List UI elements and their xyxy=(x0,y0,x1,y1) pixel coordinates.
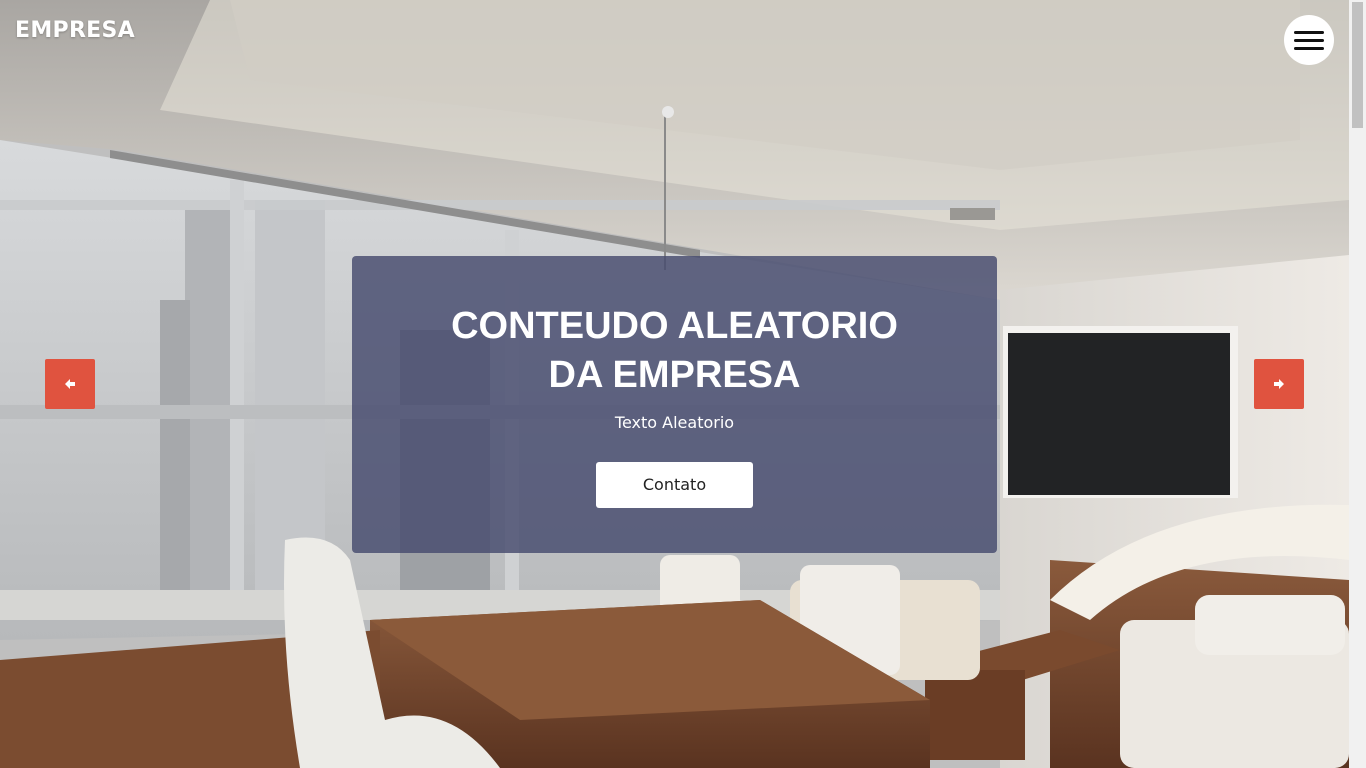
hero-content-panel: CONTEUDO ALEATORIO DA EMPRESA Texto Alea… xyxy=(352,256,997,553)
brand-logo[interactable]: EMPRESA xyxy=(15,18,135,43)
hamburger-menu-button[interactable] xyxy=(1284,15,1334,65)
contact-button[interactable]: Contato xyxy=(596,462,753,508)
arrow-right-icon xyxy=(1274,379,1284,389)
carousel-prev-button[interactable] xyxy=(45,359,95,409)
page-scrollbar[interactable] xyxy=(1349,0,1366,768)
hero-subtitle: Texto Aleatorio xyxy=(614,413,735,432)
hero-title: CONTEUDO ALEATORIO DA EMPRESA xyxy=(352,302,997,400)
scrollbar-thumb[interactable] xyxy=(1352,2,1363,128)
hamburger-icon-bar xyxy=(1294,39,1324,42)
hamburger-icon-bar xyxy=(1294,31,1324,34)
hero-section: EMPRESA CONTEUDO ALEATORIO DA EMPRESA Te… xyxy=(0,0,1349,768)
hamburger-icon-bar xyxy=(1294,47,1324,50)
arrow-left-icon xyxy=(65,379,75,389)
hero-title-line-1: CONTEUDO ALEATORIO xyxy=(451,305,898,347)
hero-title-line-2: DA EMPRESA xyxy=(548,354,801,396)
carousel-next-button[interactable] xyxy=(1254,359,1304,409)
